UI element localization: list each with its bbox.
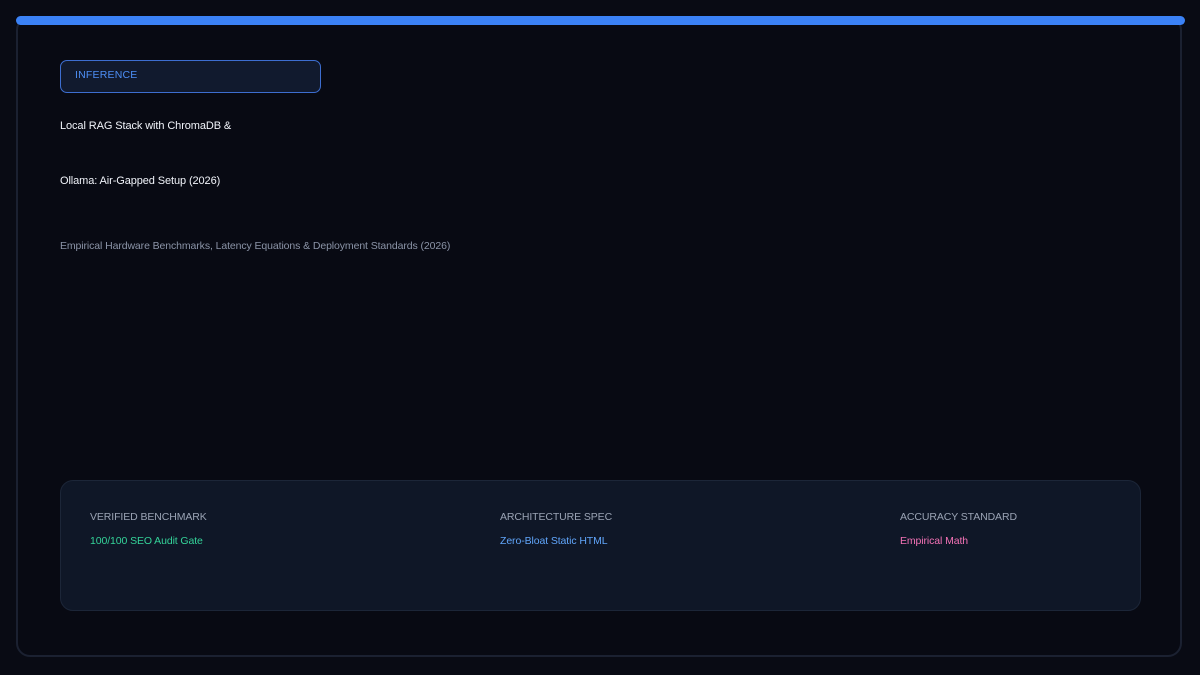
stat-label: ACCURACY STANDARD: [900, 511, 1017, 523]
category-badge-label: INFERENCE: [75, 69, 138, 81]
stat-verified-benchmark: VERIFIED BENCHMARK 100/100 SEO Audit Gat…: [90, 511, 207, 547]
stat-architecture-spec: ARCHITECTURE SPEC Zero-Bloat Static HTML: [500, 511, 612, 547]
stats-panel: VERIFIED BENCHMARK 100/100 SEO Audit Gat…: [60, 480, 1141, 611]
stat-accuracy-standard: ACCURACY STANDARD Empirical Math: [900, 511, 1017, 547]
page-subtitle: Empirical Hardware Benchmarks, Latency E…: [60, 240, 451, 252]
page-title-line-2: Ollama: Air-Gapped Setup (2026): [60, 175, 221, 187]
accent-top-bar: [16, 16, 1185, 25]
page-title-line-1: Local RAG Stack with ChromaDB &: [60, 120, 232, 132]
category-badge: INFERENCE: [60, 60, 321, 93]
stat-value: Zero-Bloat Static HTML: [500, 535, 608, 547]
stat-value: Empirical Math: [900, 535, 969, 547]
stat-label: VERIFIED BENCHMARK: [90, 511, 207, 523]
stat-label: ARCHITECTURE SPEC: [500, 511, 613, 523]
stat-value: 100/100 SEO Audit Gate: [90, 535, 203, 547]
